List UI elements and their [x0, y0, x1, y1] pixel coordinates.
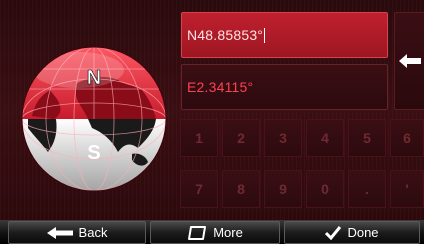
- backspace-button[interactable]: [394, 12, 424, 110]
- key-minute[interactable]: ': [390, 170, 424, 208]
- key-9[interactable]: 9: [264, 170, 302, 208]
- key-3[interactable]: 3: [264, 119, 302, 157]
- longitude-value: E2.34115°: [187, 79, 254, 95]
- done-button[interactable]: Done: [284, 221, 420, 244]
- key-4[interactable]: 4: [306, 119, 344, 157]
- longitude-input[interactable]: E2.34115°: [181, 64, 388, 110]
- left-arrow-icon: [46, 226, 73, 239]
- back-label: Back: [78, 225, 108, 240]
- latitude-value: N48.85853°: [187, 27, 264, 43]
- back-button[interactable]: Back: [8, 221, 146, 244]
- south-label: S: [87, 142, 100, 164]
- hemisphere-globe[interactable]: N S: [14, 44, 174, 194]
- key-1[interactable]: 1: [180, 119, 218, 157]
- north-label: N: [87, 67, 101, 89]
- done-label: Done: [347, 225, 379, 240]
- rounded-square-icon: [188, 225, 207, 240]
- key-decimal[interactable]: .: [348, 170, 386, 208]
- left-arrow-icon: [399, 54, 421, 68]
- checkmark-icon: [325, 225, 342, 240]
- key-0[interactable]: 0: [306, 170, 344, 208]
- more-button[interactable]: More: [150, 221, 280, 244]
- text-caret: [264, 27, 266, 43]
- key-6[interactable]: 6: [390, 119, 424, 157]
- key-2[interactable]: 2: [222, 119, 260, 157]
- key-5[interactable]: 5: [348, 119, 386, 157]
- more-label: More: [213, 225, 243, 240]
- key-7[interactable]: 7: [180, 170, 218, 208]
- key-8[interactable]: 8: [222, 170, 260, 208]
- latitude-input[interactable]: N48.85853°: [181, 12, 388, 58]
